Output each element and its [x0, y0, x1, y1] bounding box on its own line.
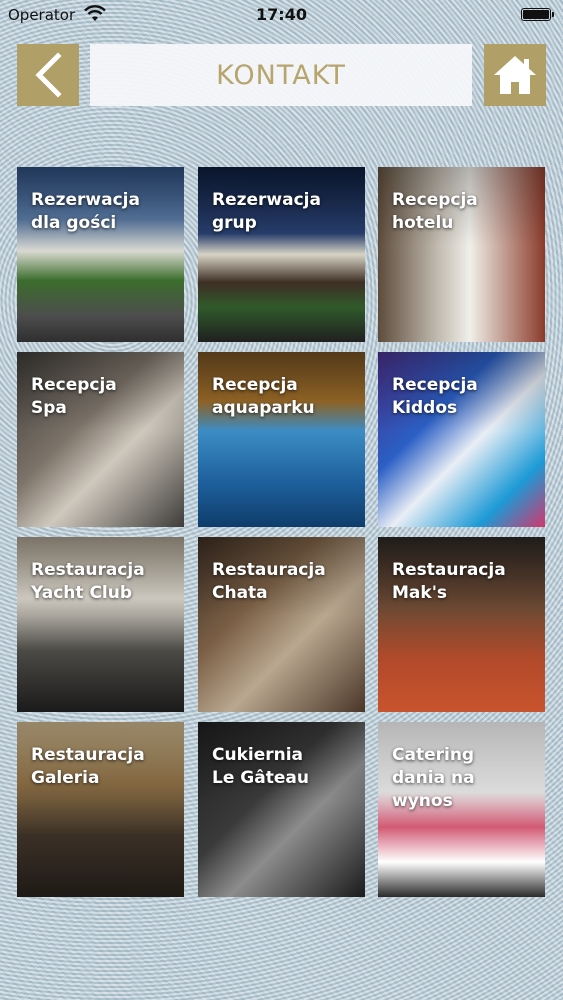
tile-label: Recepcja Kiddos: [392, 375, 478, 418]
back-button[interactable]: [17, 44, 79, 106]
tile-label: Restauracja Galeria: [31, 745, 145, 788]
clock: 17:40: [256, 5, 307, 24]
tile-cukiernia-le-gateau[interactable]: Cukiernia Le Gâteau: [198, 722, 365, 897]
tile-label: Recepcja Spa: [31, 375, 117, 418]
tile-restauracja-galeria[interactable]: Restauracja Galeria: [17, 722, 184, 897]
page-title-bar: KONTAKT: [90, 44, 472, 106]
page-title: KONTAKT: [216, 59, 346, 91]
tile-label: Restauracja Yacht Club: [31, 560, 145, 603]
home-button[interactable]: [484, 44, 546, 106]
tile-label: Restauracja Mak's: [392, 560, 506, 603]
tile-restauracja-chata[interactable]: Restauracja Chata: [198, 537, 365, 712]
tile-label: Restauracja Chata: [212, 560, 326, 603]
tile-label: Recepcja aquaparku: [212, 375, 315, 418]
tile-label: Recepcja hotelu: [392, 190, 478, 233]
tile-label: Cukiernia Le Gâteau: [212, 745, 309, 788]
tile-recepcja-hotelu[interactable]: Recepcja hotelu: [378, 167, 545, 342]
tile-restauracja-yacht-club[interactable]: Restauracja Yacht Club: [17, 537, 184, 712]
tile-restauracja-maks[interactable]: Restauracja Mak's: [378, 537, 545, 712]
tile-label: Rezerwacja dla gości: [31, 190, 140, 233]
tile-recepcja-spa[interactable]: Recepcja Spa: [17, 352, 184, 527]
tile-label: Catering dania na wynos: [392, 745, 475, 811]
battery-icon: [521, 8, 554, 21]
status-bar: Operator 17:40: [0, 0, 563, 30]
chevron-left-icon: [35, 52, 62, 98]
tile-catering[interactable]: Catering dania na wynos: [378, 722, 545, 897]
tile-recepcja-kiddos[interactable]: Recepcja Kiddos: [378, 352, 545, 527]
tile-label: Rezerwacja grup: [212, 190, 321, 233]
tile-recepcja-aquaparku[interactable]: Recepcja aquaparku: [198, 352, 365, 527]
tile-rezerwacja-grup[interactable]: Rezerwacja grup: [198, 167, 365, 342]
tile-rezerwacja-dla-gosci[interactable]: Rezerwacja dla gości: [17, 167, 184, 342]
home-icon: [494, 56, 536, 94]
